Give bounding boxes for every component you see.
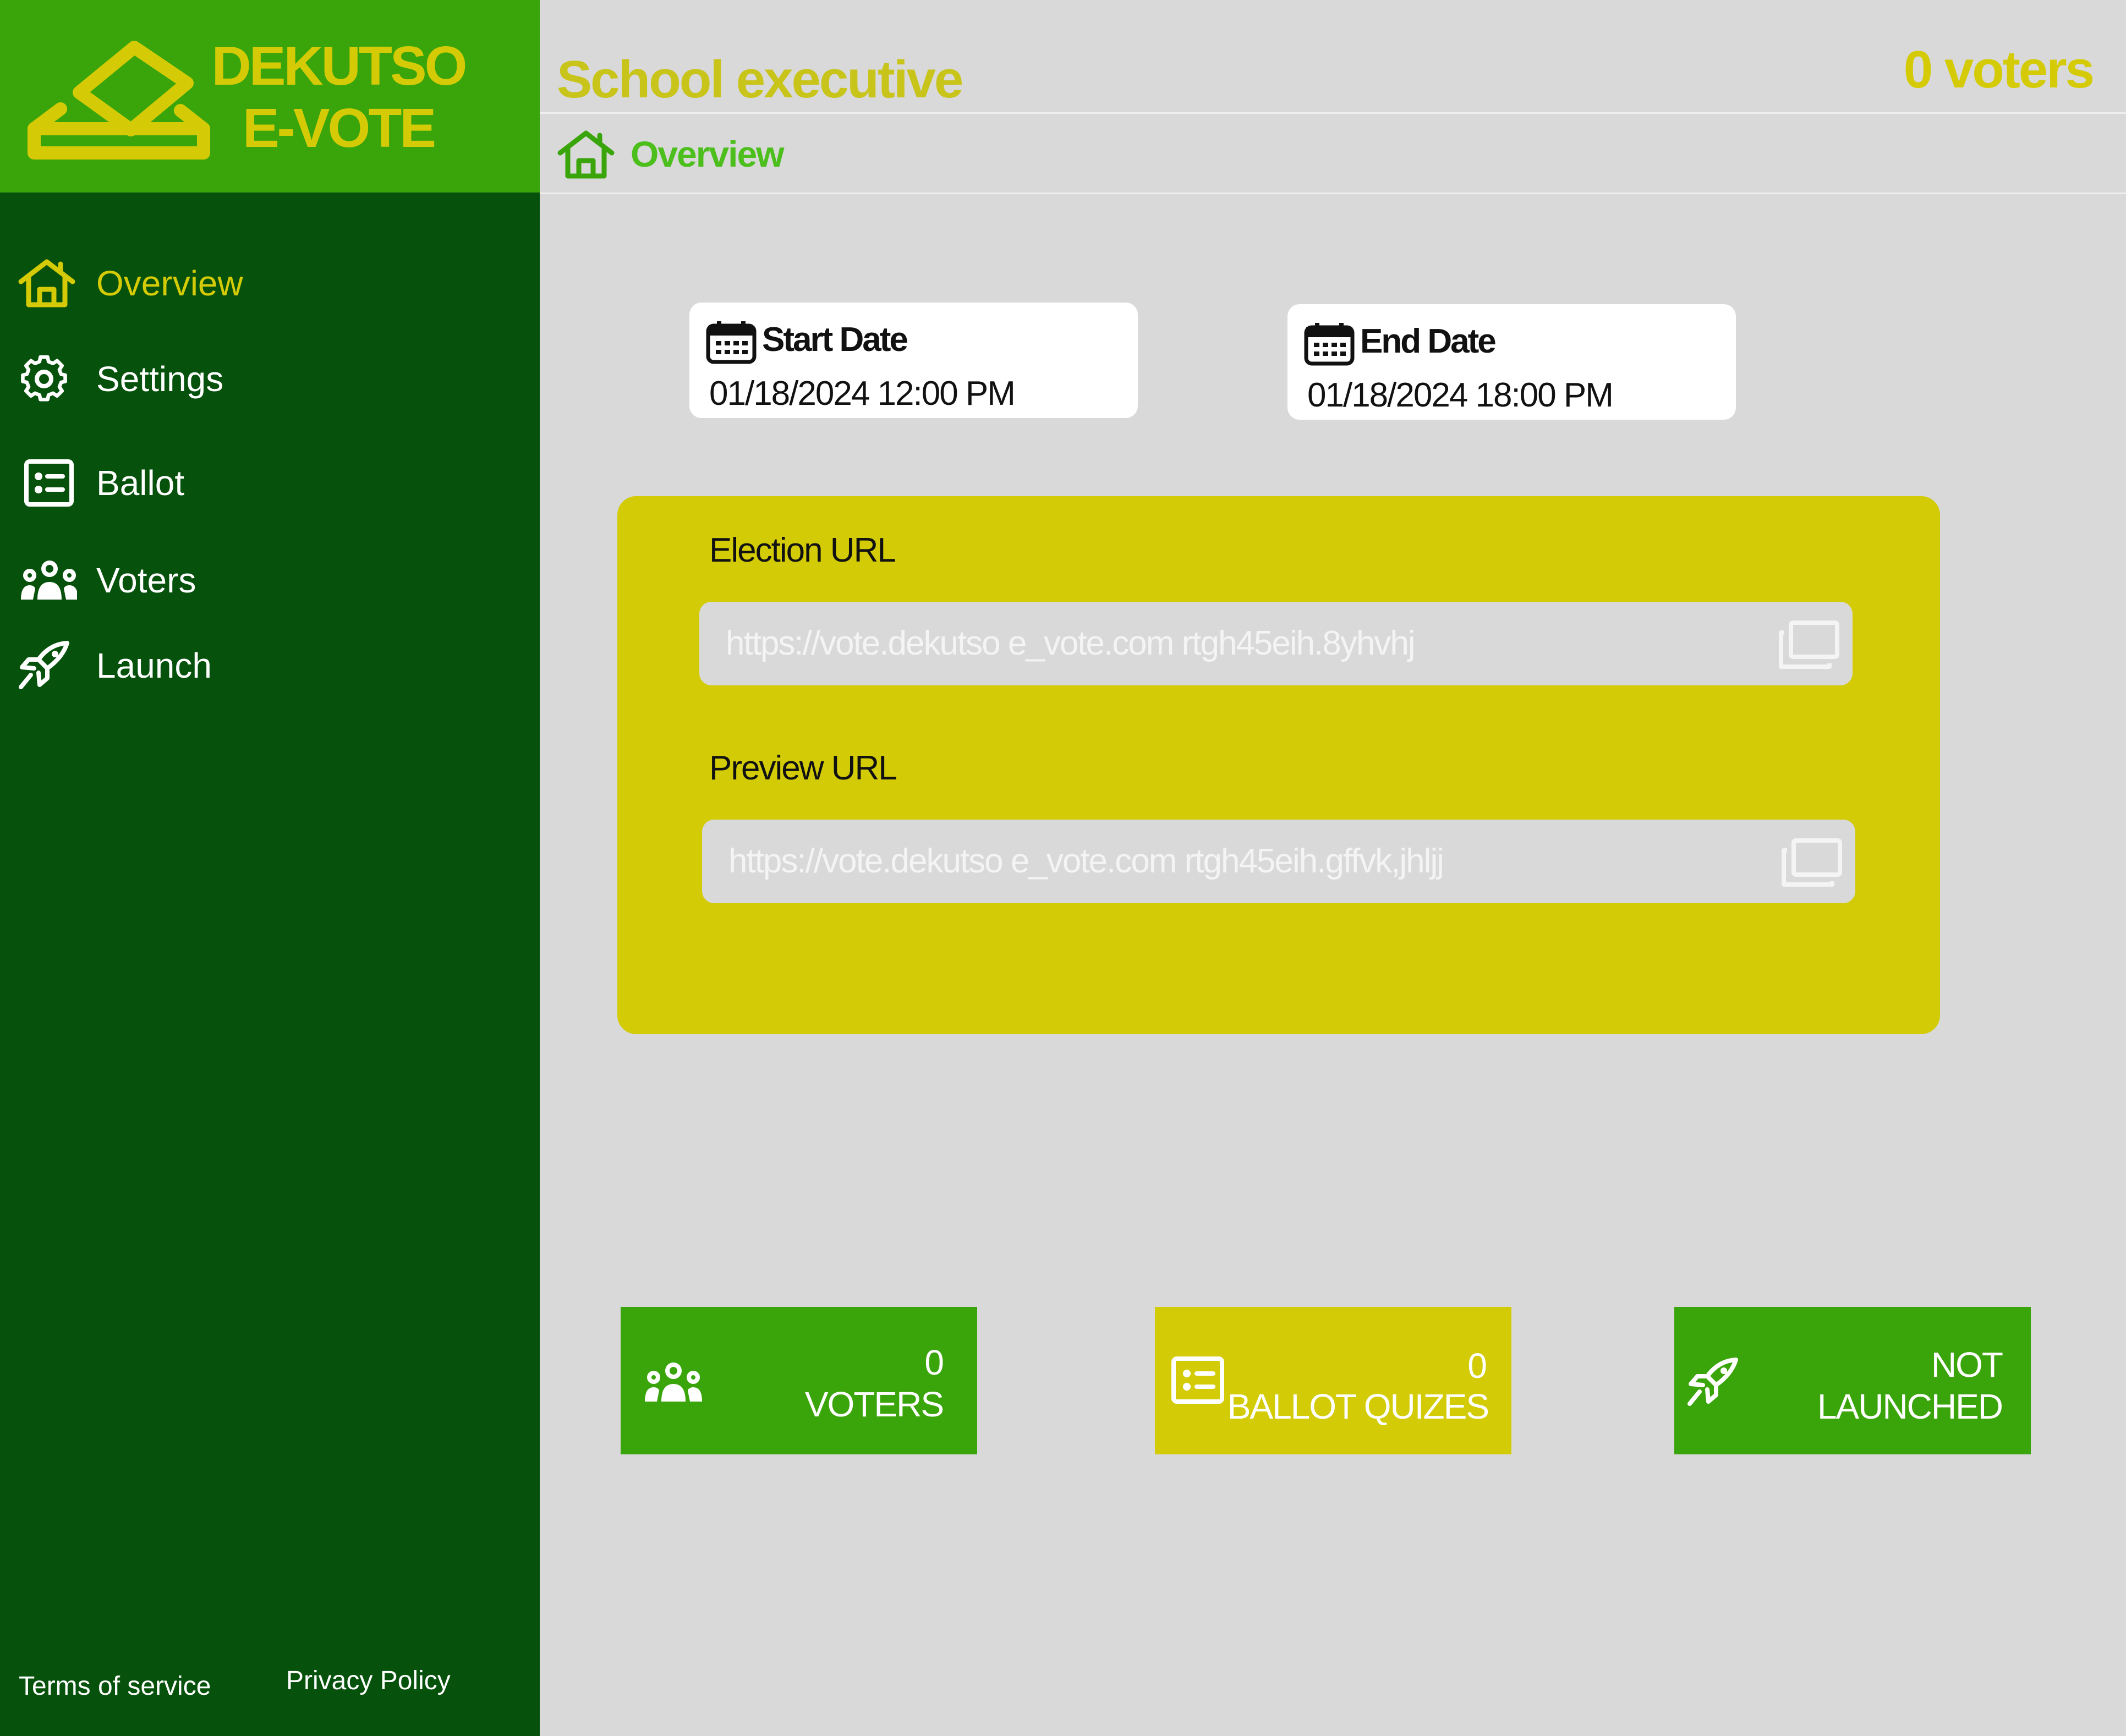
voters-count: 0: [924, 1343, 944, 1382]
sidebar: DEKUTSO E-VOTE Overview Settings Ballot …: [0, 0, 540, 1736]
launch-status-line2: LAUNCHED: [1817, 1387, 2003, 1426]
header-divider: [540, 112, 2126, 114]
gear-icon: [21, 355, 67, 402]
ballot-quizes-count: 0: [1467, 1346, 1487, 1386]
brand-header: DEKUTSO E-VOTE: [0, 0, 540, 193]
preview-url-field[interactable]: https://vote.dekutso e_vote.com rtgh45ei…: [702, 820, 1855, 903]
sidebar-item-overview[interactable]: Overview: [17, 248, 523, 319]
calendar-icon: [706, 321, 757, 364]
copy-icon[interactable]: [1777, 620, 1839, 670]
breadcrumb[interactable]: Overview: [631, 133, 785, 175]
sidebar-item-launch[interactable]: Launch: [17, 630, 523, 701]
preview-url-label: Preview URL: [709, 749, 897, 787]
privacy-policy-link[interactable]: Privacy Policy: [286, 1666, 451, 1696]
rocket-icon: [1687, 1358, 1738, 1406]
end-date-card[interactable]: End Date 01/18/2024 18:00 PM: [1287, 304, 1736, 420]
users-icon: [21, 561, 77, 600]
voters-stat-card[interactable]: 0 VOTERS: [621, 1307, 977, 1454]
ballot-box-logo-icon: [28, 41, 210, 160]
breadcrumb-divider: [540, 193, 2126, 194]
brand-name-line2: E-VOTE: [242, 97, 436, 159]
sidebar-item-settings[interactable]: Settings: [17, 343, 523, 415]
end-date-value: 01/18/2024 18:00 PM: [1307, 376, 1614, 414]
launch-status-line1: NOT: [1931, 1345, 2003, 1385]
copy-icon[interactable]: [1779, 838, 1842, 888]
end-date-title: End Date: [1360, 322, 1497, 360]
election-url-field[interactable]: https://vote.dekutso e_vote.com rtgh45ei…: [699, 602, 1853, 685]
election-url-label: Election URL: [709, 531, 896, 569]
launch-status-card[interactable]: NOT LAUNCHED: [1674, 1307, 2031, 1454]
start-date-title: Start Date: [762, 321, 908, 359]
sidebar-item-voters[interactable]: Voters: [17, 545, 523, 616]
sidebar-item-label: Overview: [96, 263, 243, 303]
sidebar-item-label: Voters: [96, 561, 196, 600]
sidebar-item-ballot[interactable]: Ballot: [17, 447, 523, 519]
ballot-stat-card[interactable]: 0 BALLOT QUIZES: [1155, 1307, 1511, 1454]
rocket-icon: [19, 641, 69, 689]
terms-of-service-link[interactable]: Terms of service: [19, 1671, 211, 1702]
home-icon: [557, 130, 615, 179]
start-date-card[interactable]: Start Date 01/18/2024 12:00 PM: [689, 303, 1138, 418]
election-url-value[interactable]: https://vote.dekutso e_vote.com rtgh45ei…: [726, 624, 1416, 663]
calendar-icon: [1304, 323, 1355, 366]
sidebar-item-label: Ballot: [96, 463, 185, 503]
preview-url-value[interactable]: https://vote.dekutso e_vote.com rtgh45ei…: [728, 842, 1444, 881]
users-icon: [645, 1363, 702, 1402]
sidebar-item-label: Launch: [96, 646, 212, 685]
home-icon: [18, 259, 75, 307]
ballot-quizes-label: BALLOT QUIZES: [1227, 1387, 1489, 1426]
url-panel: Election URL https://vote.dekutso e_vote…: [617, 496, 1940, 1034]
voter-count: 0 voters: [1903, 40, 2095, 99]
brand-name-line1: DEKUTSO: [211, 35, 468, 97]
ballot-list-icon: [1171, 1356, 1224, 1404]
page-title: School executive: [557, 50, 963, 109]
start-date-value: 01/18/2024 12:00 PM: [709, 375, 1016, 413]
voters-label: VOTERS: [804, 1385, 944, 1424]
ballot-list-icon: [24, 459, 74, 507]
sidebar-item-label: Settings: [96, 359, 224, 399]
